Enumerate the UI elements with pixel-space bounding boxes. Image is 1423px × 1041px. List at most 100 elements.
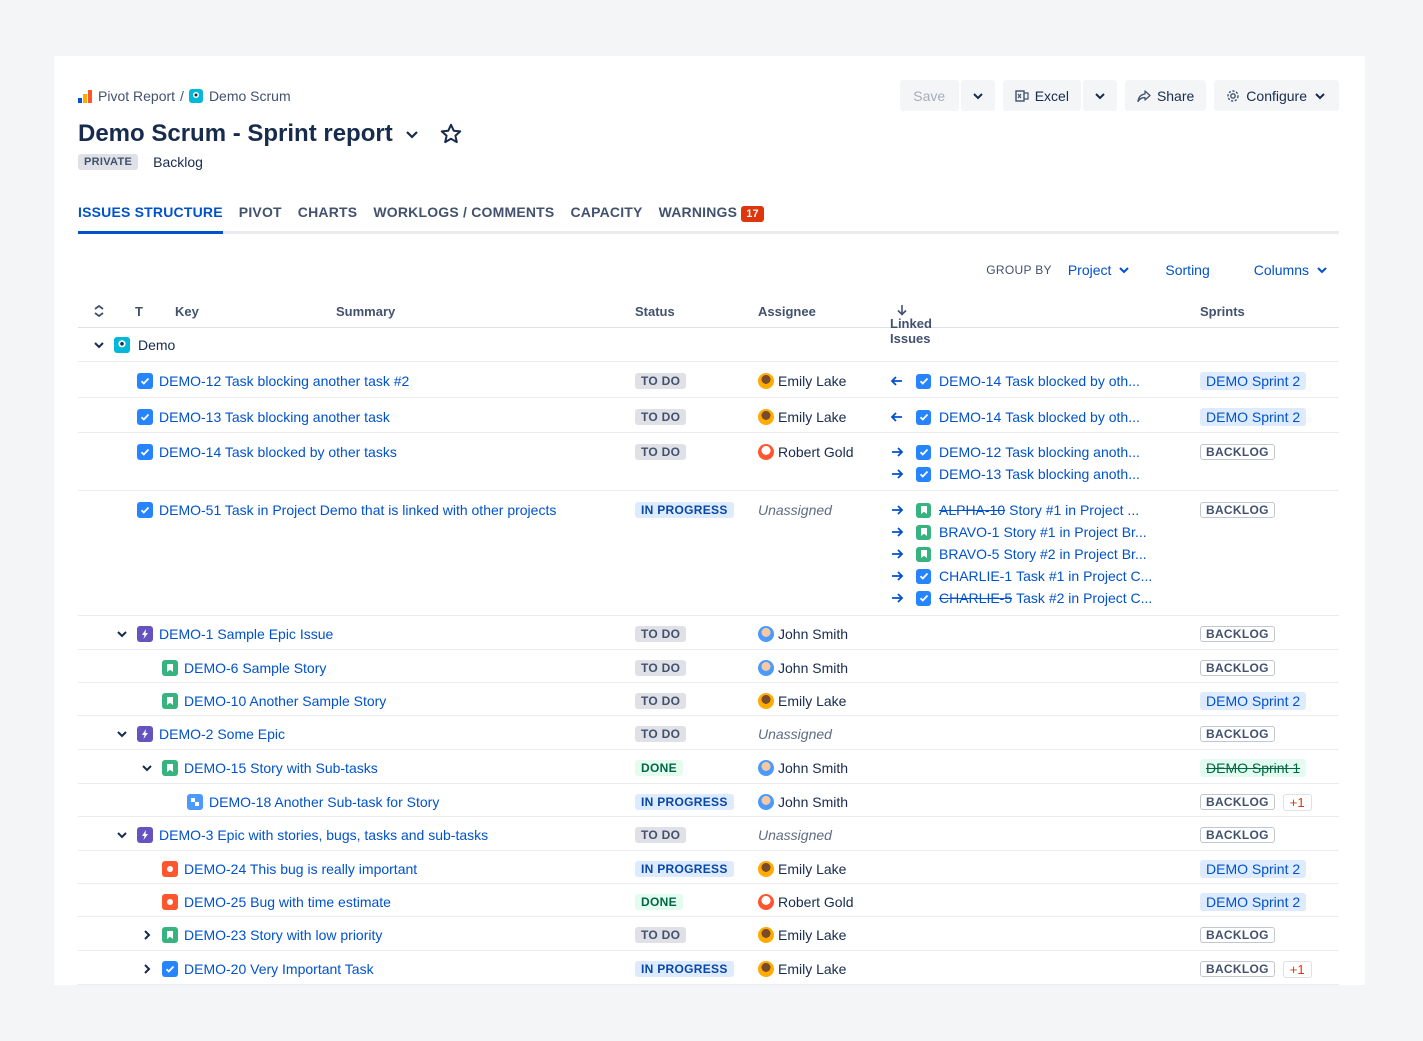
row-toggle[interactable]: [140, 962, 154, 976]
linked-issue-key[interactable]: CHARLIE-5: [939, 590, 1012, 606]
table-row[interactable]: DEMO-10 Another Sample Story TO DO Emily…: [78, 683, 1339, 716]
issue-link[interactable]: DEMO-13 Task blocking another task: [159, 409, 390, 425]
linked-issue[interactable]: DEMO-13 Task blocking anoth...: [890, 463, 1140, 485]
table-row[interactable]: DEMO-14 Task blocked by other tasks TO D…: [78, 433, 1339, 491]
sprint-badge[interactable]: BACKLOG: [1200, 660, 1275, 676]
issue-link[interactable]: DEMO-12 Task blocking another task #2: [159, 373, 409, 389]
row-toggle[interactable]: [115, 828, 129, 842]
table-row[interactable]: DEMO-1 Sample Epic Issue TO DO John Smit…: [78, 616, 1339, 650]
table-row[interactable]: DEMO-25 Bug with time estimate DONE Robe…: [78, 884, 1339, 917]
configure-button[interactable]: Configure: [1214, 80, 1339, 111]
save-button[interactable]: Save: [899, 80, 959, 111]
sprint-badge[interactable]: DEMO Sprint 2: [1200, 372, 1307, 390]
breadcrumb-project[interactable]: Demo Scrum: [209, 88, 291, 104]
save-options-button[interactable]: [960, 80, 995, 111]
table-row[interactable]: DEMO-15 Story with Sub-tasks DONE John S…: [78, 750, 1339, 784]
linked-issue-key[interactable]: CHARLIE-1: [939, 568, 1012, 584]
table-row[interactable]: DEMO-24 This bug is really important IN …: [78, 851, 1339, 884]
issue-link[interactable]: DEMO-6 Sample Story: [184, 660, 326, 676]
issue-link[interactable]: DEMO-25 Bug with time estimate: [184, 894, 391, 910]
linked-issue-summary[interactable]: Story #1 in Project ...: [1009, 502, 1139, 518]
sprint-badge[interactable]: DEMO Sprint 2: [1200, 408, 1307, 426]
linked-issue-key[interactable]: DEMO-12: [939, 444, 1001, 460]
column-status[interactable]: Status: [635, 304, 675, 319]
sprint-badge[interactable]: BACKLOG: [1200, 827, 1275, 843]
sprint-badge[interactable]: BACKLOG: [1200, 794, 1275, 810]
linked-issue-key[interactable]: BRAVO-5: [939, 546, 999, 562]
table-row[interactable]: DEMO-51 Task in Project Demo that is lin…: [78, 491, 1339, 616]
linked-issue-key[interactable]: DEMO-14: [939, 373, 1001, 389]
row-toggle[interactable]: [140, 928, 154, 942]
more-sprints-badge[interactable]: +1: [1282, 793, 1312, 811]
issue-link[interactable]: DEMO-23 Story with low priority: [184, 927, 382, 943]
linked-issue-summary[interactable]: Story #1 in Project Br...: [1003, 524, 1146, 540]
linked-issue-key[interactable]: DEMO-13: [939, 466, 1001, 482]
table-row[interactable]: DEMO-23 Story with low priority TO DO Em…: [78, 917, 1339, 951]
tab-worklogs-comments[interactable]: WORKLOGS / COMMENTS: [373, 204, 554, 231]
star-icon[interactable]: [439, 122, 463, 146]
linked-issue-key[interactable]: ALPHA-10: [939, 502, 1005, 518]
linked-issue-summary[interactable]: Task #2 in Project C...: [1016, 590, 1152, 606]
tab-charts[interactable]: CHARTS: [298, 204, 358, 231]
sprint-badge[interactable]: DEMO Sprint 2: [1200, 860, 1307, 878]
issue-link[interactable]: DEMO-51 Task in Project Demo that is lin…: [159, 502, 556, 518]
linked-issue[interactable]: DEMO-12 Task blocking anoth...: [890, 441, 1140, 463]
linked-issue[interactable]: BRAVO-1 Story #1 in Project Br...: [890, 521, 1152, 543]
row-toggle[interactable]: [140, 761, 154, 775]
tab-warnings[interactable]: WARNINGS 17: [659, 204, 764, 231]
more-sprints-badge[interactable]: +1: [1282, 960, 1312, 978]
column-linked-issues[interactable]: Linked Issues: [890, 304, 932, 346]
table-row[interactable]: DEMO-2 Some Epic TO DO Unassigned BACKLO…: [78, 716, 1339, 750]
table-row[interactable]: DEMO-12 Task blocking another task #2 TO…: [78, 362, 1339, 398]
expand-collapse-all-icon[interactable]: [92, 304, 106, 318]
sprint-badge[interactable]: BACKLOG: [1200, 726, 1275, 742]
linked-issue-summary[interactable]: Task blocked by oth...: [1005, 409, 1140, 425]
linked-issue[interactable]: CHARLIE-5 Task #2 in Project C...: [890, 587, 1152, 609]
excel-button[interactable]: Excel: [1002, 80, 1081, 111]
sprint-badge[interactable]: BACKLOG: [1200, 444, 1275, 460]
sprint-badge[interactable]: DEMO Sprint 2: [1200, 893, 1307, 911]
linked-issue-summary[interactable]: Task #1 in Project C...: [1016, 568, 1152, 584]
collapse-toggle[interactable]: [92, 338, 106, 352]
table-row[interactable]: DEMO-18 Another Sub-task for Story IN PR…: [78, 784, 1339, 817]
linked-issue-key[interactable]: DEMO-14: [939, 409, 1001, 425]
linked-issue[interactable]: ALPHA-10 Story #1 in Project ...: [890, 499, 1152, 521]
chevron-down-icon[interactable]: [403, 125, 421, 143]
linked-issue-summary[interactable]: Story #2 in Project Br...: [1003, 546, 1146, 562]
column-summary[interactable]: Summary: [336, 304, 395, 319]
issue-link[interactable]: DEMO-1 Sample Epic Issue: [159, 626, 333, 642]
excel-options-button[interactable]: [1082, 80, 1117, 111]
column-key[interactable]: Key: [175, 304, 199, 319]
issue-link[interactable]: DEMO-20 Very Important Task: [184, 961, 374, 977]
sorting-button[interactable]: Sorting: [1165, 262, 1209, 278]
columns-button[interactable]: Columns: [1254, 262, 1329, 278]
column-assignee[interactable]: Assignee: [758, 304, 816, 319]
sprint-badge[interactable]: BACKLOG: [1200, 626, 1275, 642]
issue-link[interactable]: DEMO-2 Some Epic: [159, 726, 285, 742]
tab-pivot[interactable]: PIVOT: [239, 204, 282, 231]
table-row[interactable]: DEMO-20 Very Important Task IN PROGRESS …: [78, 951, 1339, 985]
sprint-badge[interactable]: BACKLOG: [1200, 927, 1275, 943]
row-toggle[interactable]: [115, 727, 129, 741]
table-row[interactable]: DEMO-3 Epic with stories, bugs, tasks an…: [78, 817, 1339, 851]
breadcrumb-root[interactable]: Pivot Report: [98, 88, 175, 104]
table-row[interactable]: DEMO-13 Task blocking another task TO DO…: [78, 398, 1339, 433]
linked-issue-key[interactable]: BRAVO-1: [939, 524, 999, 540]
linked-issue[interactable]: DEMO-14 Task blocked by oth...: [890, 370, 1140, 392]
linked-issue-summary[interactable]: Task blocking anoth...: [1005, 444, 1140, 460]
issue-link[interactable]: DEMO-18 Another Sub-task for Story: [209, 794, 439, 810]
issue-link[interactable]: DEMO-3 Epic with stories, bugs, tasks an…: [159, 827, 488, 843]
sprint-badge[interactable]: DEMO Sprint 2: [1200, 692, 1307, 710]
table-row[interactable]: DEMO-6 Sample Story TO DO John Smith BAC…: [78, 650, 1339, 683]
issue-link[interactable]: DEMO-24 This bug is really important: [184, 861, 417, 877]
linked-issue-summary[interactable]: Task blocking anoth...: [1005, 466, 1140, 482]
linked-issue[interactable]: DEMO-14 Task blocked by oth...: [890, 406, 1140, 428]
column-type[interactable]: T: [135, 304, 143, 319]
issue-link[interactable]: DEMO-15 Story with Sub-tasks: [184, 760, 378, 776]
tab-issues-structure[interactable]: ISSUES STRUCTURE: [78, 204, 223, 234]
row-toggle[interactable]: [115, 627, 129, 641]
linked-issue[interactable]: CHARLIE-1 Task #1 in Project C...: [890, 565, 1152, 587]
sprint-badge[interactable]: BACKLOG: [1200, 961, 1275, 977]
issue-link[interactable]: DEMO-14 Task blocked by other tasks: [159, 444, 397, 460]
issue-link[interactable]: DEMO-10 Another Sample Story: [184, 693, 386, 709]
